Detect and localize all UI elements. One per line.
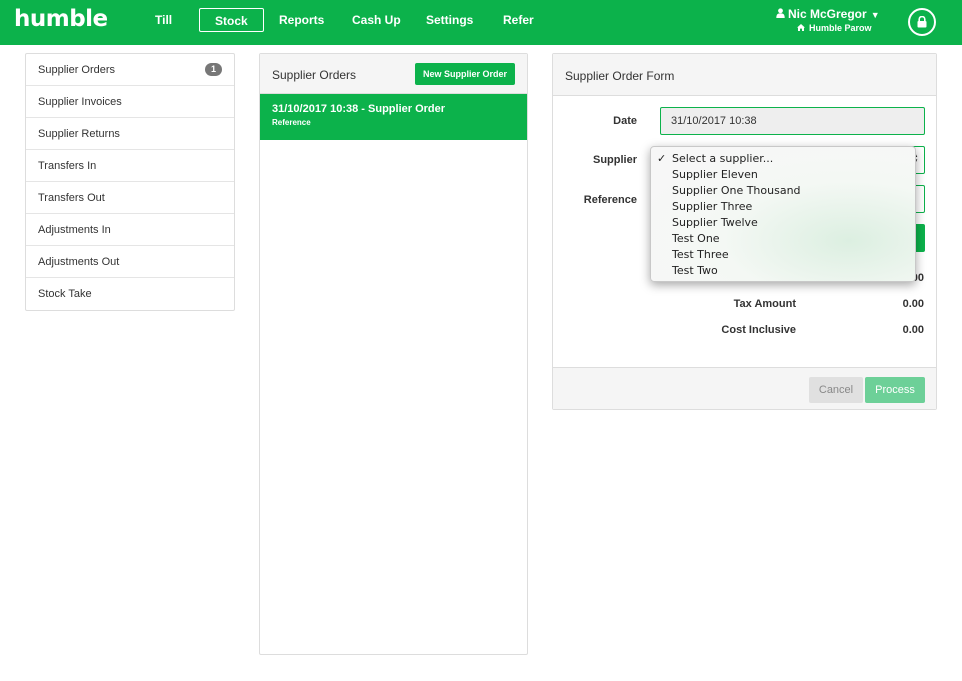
cancel-button[interactable]: Cancel: [809, 377, 863, 403]
order-reference: Reference: [272, 118, 311, 127]
sidebar-item-adjustments-in[interactable]: Adjustments In: [26, 214, 234, 246]
user-icon: [776, 8, 785, 18]
panel-header: Supplier Order Form: [553, 54, 936, 96]
supplier-option[interactable]: Test One: [651, 231, 915, 247]
sidebar-item-label: Adjustments In: [38, 224, 111, 236]
cost-inclusive-value: 0.00: [902, 324, 924, 336]
sidebar-item-supplier-orders[interactable]: Supplier Orders 1: [26, 54, 234, 86]
home-icon: [797, 24, 805, 31]
sidebar-item-stock-take[interactable]: Stock Take: [26, 278, 234, 310]
order-title: 31/10/2017 10:38 - Supplier Order: [272, 103, 446, 115]
supplier-option[interactable]: Supplier Twelve: [651, 215, 915, 231]
supplier-label: Supplier: [592, 154, 637, 166]
sidebar-item-label: Adjustments Out: [38, 256, 120, 268]
lock-icon: [917, 16, 927, 28]
sidebar-item-adjustments-out[interactable]: Adjustments Out: [26, 246, 234, 278]
supplier-option[interactable]: Test Two: [651, 263, 915, 279]
tax-amount-value: 0.00: [902, 298, 924, 310]
sidebar-item-label: Stock Take: [38, 288, 92, 300]
sidebar-item-label: Supplier Orders: [38, 64, 116, 76]
sidebar-item-label: Transfers In: [38, 160, 97, 172]
nav-cash-up[interactable]: Cash Up: [352, 13, 401, 27]
supplier-dropdown: ✓ Select a supplier... Supplier Eleven Su…: [650, 146, 916, 282]
supplier-option[interactable]: Supplier Eleven: [651, 167, 915, 183]
date-label: Date: [613, 115, 637, 127]
nav-till[interactable]: Till: [155, 13, 172, 27]
stock-sidebar: Supplier Orders 1 Supplier Invoices Supp…: [25, 53, 235, 311]
nav-stock[interactable]: Stock: [199, 8, 264, 32]
sidebar-item-supplier-returns[interactable]: Supplier Returns: [26, 118, 234, 150]
caret-down-icon: ▼: [870, 10, 880, 20]
sidebar-item-transfers-out[interactable]: Transfers Out: [26, 182, 234, 214]
panel-title: Supplier Order Form: [565, 69, 675, 83]
panel-header: Supplier Orders New Supplier Order: [260, 54, 527, 94]
supplier-option[interactable]: Supplier One Thousand: [651, 183, 915, 199]
new-supplier-order-button[interactable]: New Supplier Order: [414, 63, 515, 85]
supplier-option[interactable]: Test Three: [651, 247, 915, 263]
nav-reports[interactable]: Reports: [279, 13, 324, 27]
process-button[interactable]: Process: [865, 377, 925, 403]
sidebar-item-supplier-invoices[interactable]: Supplier Invoices: [26, 86, 234, 118]
nav-settings[interactable]: Settings: [426, 13, 473, 27]
panel-title: Supplier Orders: [272, 68, 357, 82]
tax-amount-label: Tax Amount: [733, 298, 796, 310]
user-location: Humble Parow: [809, 23, 872, 33]
order-list-item[interactable]: 31/10/2017 10:38 - Supplier Order Refere…: [260, 94, 527, 140]
sidebar-item-label: Supplier Invoices: [38, 96, 122, 108]
nav-refer[interactable]: Refer: [503, 13, 534, 27]
date-field[interactable]: 31/10/2017 10:38: [660, 107, 925, 135]
cost-inclusive-label: Cost Inclusive: [721, 324, 796, 336]
supplier-orders-panel: Supplier Orders New Supplier Order 31/10…: [259, 53, 528, 655]
reference-label: Reference: [583, 194, 637, 206]
supplier-option[interactable]: Supplier Three: [651, 199, 915, 215]
lock-button[interactable]: [908, 8, 936, 36]
user-name: Nic McGregor: [788, 7, 867, 21]
count-badge: 1: [205, 63, 222, 76]
sidebar-item-transfers-in[interactable]: Transfers In: [26, 150, 234, 182]
humble-logo[interactable]: humble: [14, 6, 108, 32]
sidebar-item-label: Transfers Out: [38, 192, 105, 204]
supplier-option[interactable]: ✓ Select a supplier...: [651, 151, 915, 167]
sidebar-item-label: Supplier Returns: [38, 128, 120, 140]
top-nav-bar: humble Till Stock Reports Cash Up Settin…: [0, 0, 962, 45]
checkmark-icon: ✓: [657, 152, 667, 165]
form-footer: Cancel Process: [553, 367, 936, 409]
user-menu[interactable]: Nic McGregor ▼: [788, 7, 880, 21]
